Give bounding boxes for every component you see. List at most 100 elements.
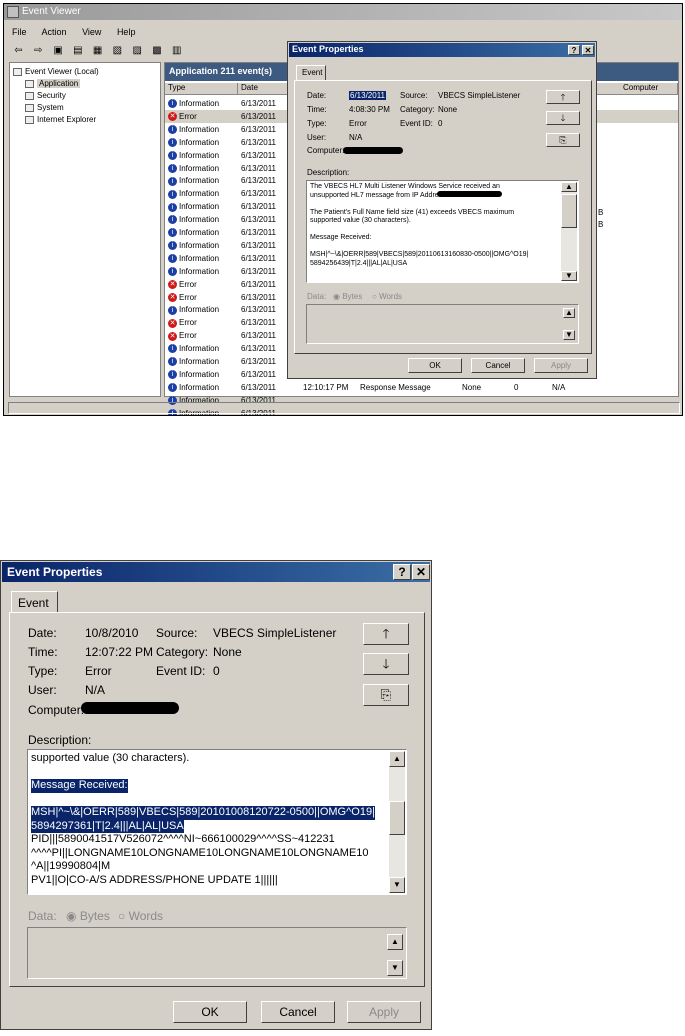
description-line: Message Received:: [31, 779, 128, 793]
user-label: User:: [307, 133, 327, 142]
event-viewer-window: Event Viewer File Action View Help ⇦ ⇨ ▣…: [3, 3, 683, 416]
scroll-down-icon[interactable]: ▼: [389, 877, 405, 893]
scroll-thumb[interactable]: [561, 194, 577, 228]
previous-event-button[interactable]: 🡑: [546, 90, 580, 104]
row-date: 6/13/2011: [241, 163, 276, 173]
row-date: 6/13/2011: [241, 189, 276, 199]
row-date: 6/13/2011: [241, 240, 276, 250]
previous-event-button[interactable]: 🡑: [363, 623, 409, 645]
user-value: N/A: [85, 683, 106, 697]
row-date: 6/13/2011: [241, 382, 276, 392]
tree-item-system[interactable]: System: [13, 102, 157, 114]
row-type: i Information: [168, 226, 219, 239]
scroll-down-icon[interactable]: ▼: [563, 330, 575, 340]
scroll-down-icon[interactable]: ▼: [387, 960, 403, 976]
tab-event[interactable]: Event: [11, 591, 58, 613]
row-date: 6/13/2011: [241, 344, 276, 354]
redacted-ip-address: [437, 191, 502, 197]
row-date: 6/13/2011: [241, 124, 276, 134]
words-radio[interactable]: ○ Words: [372, 292, 402, 301]
apply-button[interactable]: Apply: [347, 1001, 421, 1023]
scroll-up-icon[interactable]: ▲: [561, 182, 577, 192]
error-icon: ✕: [168, 331, 177, 341]
menu-help[interactable]: Help: [117, 27, 136, 37]
event-properties-dialog-large: Event Properties ? ✕ Event Date: 10/8/20…: [0, 560, 432, 1030]
forward-arrow-icon[interactable]: ⇨: [32, 45, 45, 56]
type-value: Error: [85, 664, 112, 678]
refresh-icon[interactable]: ▧: [111, 45, 124, 56]
information-icon: i: [168, 202, 177, 212]
scroll-up-icon[interactable]: ▲: [387, 934, 403, 950]
scroll-down-icon[interactable]: ▼: [561, 271, 577, 281]
cancel-button[interactable]: Cancel: [261, 1001, 335, 1023]
column-type[interactable]: Type: [165, 83, 238, 95]
date-value: 6/13/2011: [349, 91, 386, 100]
row-type: i Information: [168, 368, 219, 381]
properties-icon[interactable]: ▦: [91, 45, 104, 56]
show-tree-icon[interactable]: ▤: [71, 45, 84, 56]
help-button[interactable]: ?: [568, 45, 580, 55]
row-type: i Information: [168, 136, 219, 149]
computer-label: Computer:: [28, 703, 85, 717]
eventid-label: Event ID:: [400, 119, 433, 128]
menu-bar: File Action View Help: [12, 27, 148, 37]
row-date: 6/13/2011: [241, 279, 276, 289]
source-value: VBECS SimpleListener: [438, 91, 521, 100]
tree-item-internet-explorer[interactable]: Internet Explorer: [13, 114, 157, 126]
tab-event[interactable]: Event: [296, 65, 326, 80]
menu-view[interactable]: View: [82, 27, 101, 37]
scroll-thumb[interactable]: [389, 801, 405, 835]
row-event: 0: [514, 383, 519, 392]
ok-button[interactable]: OK: [408, 358, 462, 373]
description-text[interactable]: supported value (30 characters). Message …: [27, 749, 407, 895]
tree-item-application[interactable]: Application: [13, 78, 157, 90]
tree-item-root[interactable]: Event Viewer (Local): [13, 66, 157, 78]
type-label: Type:: [307, 119, 327, 128]
menu-file[interactable]: File: [12, 27, 27, 37]
help-button[interactable]: ?: [393, 564, 411, 580]
row-date: 6/13/2011: [241, 111, 276, 121]
cancel-button[interactable]: Cancel: [471, 358, 525, 373]
dialog-title: Event Properties: [289, 43, 595, 57]
log-icon: [25, 79, 34, 88]
scroll-up-icon[interactable]: ▲: [563, 308, 575, 318]
row-source: Response Message: [360, 383, 431, 392]
source-label: Source:: [400, 91, 428, 100]
copy-icon[interactable]: ⎘: [546, 133, 580, 147]
description-scrollbar[interactable]: ▲ ▼: [389, 751, 405, 893]
up-folder-icon[interactable]: ▣: [52, 45, 65, 56]
ok-button[interactable]: OK: [173, 1001, 247, 1023]
description-text[interactable]: The VBECS HL7 Multi Listener Windows Ser…: [306, 180, 579, 283]
type-label: Type:: [28, 664, 58, 678]
bytes-radio[interactable]: ◉ Bytes: [333, 292, 362, 301]
column-computer[interactable]: Computer: [620, 83, 678, 95]
close-button[interactable]: ✕: [412, 564, 430, 580]
apply-button[interactable]: Apply: [534, 358, 588, 373]
copy-icon[interactable]: ⎘: [363, 684, 409, 706]
scroll-up-icon[interactable]: ▲: [389, 751, 405, 767]
bytes-radio[interactable]: ◉ Bytes: [66, 909, 110, 923]
error-icon: ✕: [168, 292, 177, 302]
error-icon: ✕: [168, 112, 177, 122]
description-line: ^A||19990804|M: [31, 860, 111, 872]
row-date: 6/13/2011: [241, 253, 276, 263]
help-icon[interactable]: ▩: [150, 45, 163, 56]
next-event-button[interactable]: 🡓: [363, 653, 409, 675]
row-type: i Information: [168, 123, 219, 136]
event-viewer-icon: [13, 67, 22, 76]
description-scrollbar[interactable]: ▲ ▼: [561, 182, 577, 281]
next-event-button[interactable]: 🡓: [546, 111, 580, 125]
words-radio[interactable]: ○ Words: [118, 909, 163, 923]
menu-action[interactable]: Action: [42, 27, 67, 37]
tree-item-security[interactable]: Security: [13, 90, 157, 102]
row-date: 6/13/2011: [241, 357, 276, 366]
back-arrow-icon[interactable]: ⇦: [12, 45, 25, 56]
export-icon[interactable]: ▨: [131, 45, 144, 56]
dialog-title: Event Properties: [2, 562, 430, 582]
description-line: [310, 200, 560, 209]
close-button[interactable]: ✕: [582, 45, 594, 55]
view-icon[interactable]: ▥: [170, 45, 183, 56]
information-icon: i: [168, 344, 177, 354]
row-type: i Information: [168, 187, 219, 200]
description-line: 5894256439|T|2.4|||AL|AL|USA: [310, 259, 408, 267]
